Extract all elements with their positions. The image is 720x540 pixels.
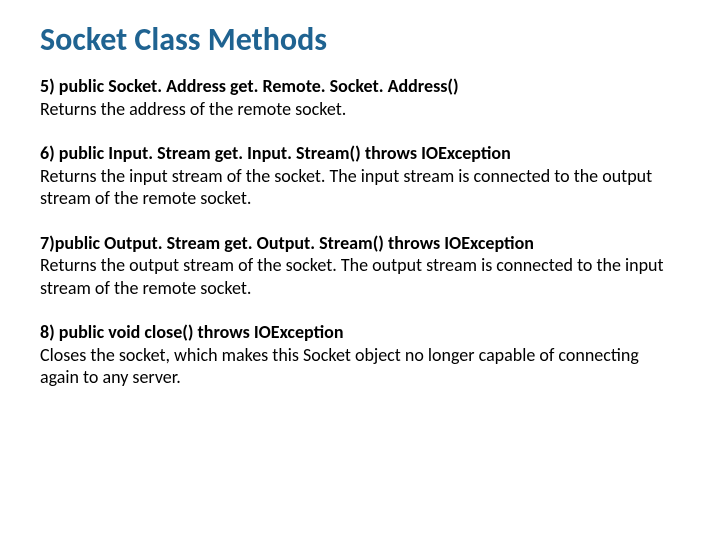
method-signature: 5) public Socket. Address get. Remote. S… [40, 75, 680, 98]
method-description: Returns the address of the remote socket… [40, 98, 680, 121]
method-signature: 7)public Output. Stream get. Output. Str… [40, 232, 680, 255]
method-signature: 8) public void close() throws IOExceptio… [40, 321, 680, 344]
method-block: 7)public Output. Stream get. Output. Str… [40, 232, 680, 300]
method-description: Closes the socket, which makes this Sock… [40, 344, 680, 389]
method-block: 8) public void close() throws IOExceptio… [40, 321, 680, 389]
slide-container: Socket Class Methods 5) public Socket. A… [0, 0, 720, 540]
page-title: Socket Class Methods [40, 22, 680, 57]
method-signature: 6) public Input. Stream get. Input. Stre… [40, 142, 680, 165]
method-description: Returns the input stream of the socket. … [40, 165, 680, 210]
method-block: 6) public Input. Stream get. Input. Stre… [40, 142, 680, 210]
method-description: Returns the output stream of the socket.… [40, 254, 680, 299]
method-block: 5) public Socket. Address get. Remote. S… [40, 75, 680, 120]
